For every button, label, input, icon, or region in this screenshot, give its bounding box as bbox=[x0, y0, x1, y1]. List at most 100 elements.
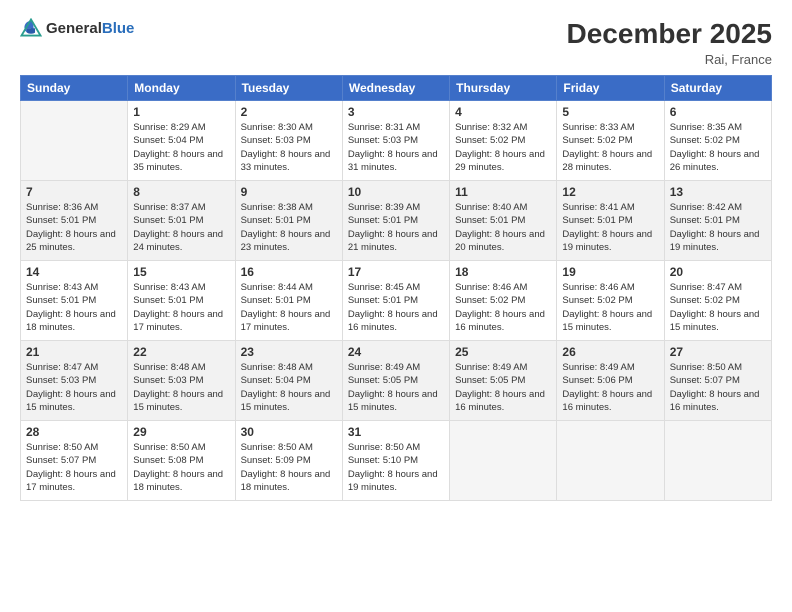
calendar-cell: 23 Sunrise: 8:48 AMSunset: 5:04 PMDayligh… bbox=[235, 341, 342, 421]
day-number: 4 bbox=[455, 105, 551, 119]
day-info: Sunrise: 8:37 AMSunset: 5:01 PMDaylight:… bbox=[133, 201, 229, 254]
day-number: 6 bbox=[670, 105, 766, 119]
calendar-cell: 18 Sunrise: 8:46 AMSunset: 5:02 PMDayligh… bbox=[450, 261, 557, 341]
day-number: 11 bbox=[455, 185, 551, 199]
calendar-cell: 3 Sunrise: 8:31 AMSunset: 5:03 PMDaylight… bbox=[342, 101, 449, 181]
day-number: 26 bbox=[562, 345, 658, 359]
day-number: 19 bbox=[562, 265, 658, 279]
day-info: Sunrise: 8:29 AMSunset: 5:04 PMDaylight:… bbox=[133, 121, 229, 174]
calendar-cell: 8 Sunrise: 8:37 AMSunset: 5:01 PMDaylight… bbox=[128, 181, 235, 261]
calendar-cell: 7 Sunrise: 8:36 AMSunset: 5:01 PMDaylight… bbox=[21, 181, 128, 261]
calendar-cell: 14Sunrise: 8:43 AMSunset: 5:01 PMDayligh… bbox=[21, 261, 128, 341]
calendar-cell: 30Sunrise: 8:50 AMSunset: 5:09 PMDayligh… bbox=[235, 421, 342, 501]
calendar-cell: 13Sunrise: 8:42 AMSunset: 5:01 PMDayligh… bbox=[664, 181, 771, 261]
calendar-cell bbox=[21, 101, 128, 181]
calendar-header: Sunday Monday Tuesday Wednesday Thursday… bbox=[21, 76, 772, 101]
day-info: Sunrise: 8:32 AMSunset: 5:02 PMDaylight:… bbox=[455, 121, 551, 174]
day-info: Sunrise: 8:45 AMSunset: 5:01 PMDaylight:… bbox=[348, 281, 444, 334]
calendar-cell: 28 Sunrise: 8:50 AMSunset: 5:07 PMDayligh… bbox=[21, 421, 128, 501]
day-info: Sunrise: 8:36 AMSunset: 5:01 PMDaylight:… bbox=[26, 201, 122, 254]
day-info: Sunrise: 8:48 AMSunset: 5:03 PMDaylight:… bbox=[133, 361, 229, 414]
day-info: Sunrise: 8:48 AMSunset: 5:04 PMDaylight:… bbox=[241, 361, 337, 414]
calendar-week-2: 7 Sunrise: 8:36 AMSunset: 5:01 PMDaylight… bbox=[21, 181, 772, 261]
day-number: 8 bbox=[133, 185, 229, 199]
day-number: 21 bbox=[26, 345, 122, 359]
day-info: Sunrise: 8:35 AMSunset: 5:02 PMDaylight:… bbox=[670, 121, 766, 174]
day-info: Sunrise: 8:38 AMSunset: 5:01 PMDaylight:… bbox=[241, 201, 337, 254]
calendar-cell: 21 Sunrise: 8:47 AMSunset: 5:03 PMDayligh… bbox=[21, 341, 128, 421]
day-number: 2 bbox=[241, 105, 337, 119]
day-info: Sunrise: 8:41 AMSunset: 5:01 PMDaylight:… bbox=[562, 201, 658, 254]
calendar-cell: 16Sunrise: 8:44 AMSunset: 5:01 PMDayligh… bbox=[235, 261, 342, 341]
day-number: 7 bbox=[26, 185, 122, 199]
day-info: Sunrise: 8:50 AMSunset: 5:10 PMDaylight:… bbox=[348, 441, 444, 494]
calendar-cell: 1 Sunrise: 8:29 AMSunset: 5:04 PMDaylight… bbox=[128, 101, 235, 181]
header-wednesday: Wednesday bbox=[342, 76, 449, 101]
calendar-cell: 17 Sunrise: 8:45 AMSunset: 5:01 PMDayligh… bbox=[342, 261, 449, 341]
day-info: Sunrise: 8:39 AMSunset: 5:01 PMDaylight:… bbox=[348, 201, 444, 254]
calendar-cell: 26 Sunrise: 8:49 AMSunset: 5:06 PMDayligh… bbox=[557, 341, 664, 421]
calendar-week-1: 1 Sunrise: 8:29 AMSunset: 5:04 PMDaylight… bbox=[21, 101, 772, 181]
day-info: Sunrise: 8:31 AMSunset: 5:03 PMDaylight:… bbox=[348, 121, 444, 174]
day-number: 18 bbox=[455, 265, 551, 279]
day-info: Sunrise: 8:40 AMSunset: 5:01 PMDaylight:… bbox=[455, 201, 551, 254]
logo-blue: Blue bbox=[102, 20, 135, 37]
day-number: 17 bbox=[348, 265, 444, 279]
day-info: Sunrise: 8:46 AMSunset: 5:02 PMDaylight:… bbox=[455, 281, 551, 334]
day-number: 25 bbox=[455, 345, 551, 359]
calendar-week-3: 14Sunrise: 8:43 AMSunset: 5:01 PMDayligh… bbox=[21, 261, 772, 341]
day-info: Sunrise: 8:43 AMSunset: 5:01 PMDaylight:… bbox=[133, 281, 229, 334]
calendar-cell: 6 Sunrise: 8:35 AMSunset: 5:02 PMDaylight… bbox=[664, 101, 771, 181]
calendar-body: 1 Sunrise: 8:29 AMSunset: 5:04 PMDaylight… bbox=[21, 101, 772, 501]
calendar-cell: 22 Sunrise: 8:48 AMSunset: 5:03 PMDayligh… bbox=[128, 341, 235, 421]
month-title: December 2025 bbox=[567, 18, 772, 50]
calendar-cell bbox=[450, 421, 557, 501]
logo-icon bbox=[20, 18, 42, 40]
header-tuesday: Tuesday bbox=[235, 76, 342, 101]
calendar-cell: 27Sunrise: 8:50 AMSunset: 5:07 PMDayligh… bbox=[664, 341, 771, 421]
day-info: Sunrise: 8:50 AMSunset: 5:08 PMDaylight:… bbox=[133, 441, 229, 494]
calendar-week-4: 21 Sunrise: 8:47 AMSunset: 5:03 PMDayligh… bbox=[21, 341, 772, 421]
header-monday: Monday bbox=[128, 76, 235, 101]
day-info: Sunrise: 8:44 AMSunset: 5:01 PMDaylight:… bbox=[241, 281, 337, 334]
calendar-cell: 15Sunrise: 8:43 AMSunset: 5:01 PMDayligh… bbox=[128, 261, 235, 341]
day-number: 27 bbox=[670, 345, 766, 359]
day-number: 9 bbox=[241, 185, 337, 199]
header-thursday: Thursday bbox=[450, 76, 557, 101]
header-friday: Friday bbox=[557, 76, 664, 101]
calendar-table: Sunday Monday Tuesday Wednesday Thursday… bbox=[20, 75, 772, 501]
header: GeneralBlue December 2025 Rai, France bbox=[20, 18, 772, 67]
day-info: Sunrise: 8:49 AMSunset: 5:05 PMDaylight:… bbox=[348, 361, 444, 414]
day-info: Sunrise: 8:49 AMSunset: 5:06 PMDaylight:… bbox=[562, 361, 658, 414]
calendar-cell: 2Sunrise: 8:30 AMSunset: 5:03 PMDaylight… bbox=[235, 101, 342, 181]
calendar-cell: 24Sunrise: 8:49 AMSunset: 5:05 PMDayligh… bbox=[342, 341, 449, 421]
day-info: Sunrise: 8:46 AMSunset: 5:02 PMDaylight:… bbox=[562, 281, 658, 334]
day-info: Sunrise: 8:50 AMSunset: 5:07 PMDaylight:… bbox=[26, 441, 122, 494]
header-sunday: Sunday bbox=[21, 76, 128, 101]
day-number: 3 bbox=[348, 105, 444, 119]
day-number: 22 bbox=[133, 345, 229, 359]
calendar-cell: 5Sunrise: 8:33 AMSunset: 5:02 PMDaylight… bbox=[557, 101, 664, 181]
calendar-cell: 20Sunrise: 8:47 AMSunset: 5:02 PMDayligh… bbox=[664, 261, 771, 341]
calendar-cell bbox=[557, 421, 664, 501]
day-number: 5 bbox=[562, 105, 658, 119]
day-info: Sunrise: 8:49 AMSunset: 5:05 PMDaylight:… bbox=[455, 361, 551, 414]
day-number: 23 bbox=[241, 345, 337, 359]
header-saturday: Saturday bbox=[664, 76, 771, 101]
day-info: Sunrise: 8:42 AMSunset: 5:01 PMDaylight:… bbox=[670, 201, 766, 254]
calendar-cell: 19 Sunrise: 8:46 AMSunset: 5:02 PMDayligh… bbox=[557, 261, 664, 341]
calendar-cell: 11 Sunrise: 8:40 AMSunset: 5:01 PMDayligh… bbox=[450, 181, 557, 261]
day-number: 12 bbox=[562, 185, 658, 199]
calendar-cell: 9 Sunrise: 8:38 AMSunset: 5:01 PMDaylight… bbox=[235, 181, 342, 261]
calendar-cell: 4 Sunrise: 8:32 AMSunset: 5:02 PMDaylight… bbox=[450, 101, 557, 181]
page: GeneralBlue December 2025 Rai, France Su… bbox=[0, 0, 792, 612]
day-number: 1 bbox=[133, 105, 229, 119]
calendar-week-5: 28 Sunrise: 8:50 AMSunset: 5:07 PMDayligh… bbox=[21, 421, 772, 501]
day-number: 28 bbox=[26, 425, 122, 439]
day-number: 31 bbox=[348, 425, 444, 439]
weekday-header-row: Sunday Monday Tuesday Wednesday Thursday… bbox=[21, 76, 772, 101]
location: Rai, France bbox=[567, 52, 772, 67]
day-number: 30 bbox=[241, 425, 337, 439]
day-number: 20 bbox=[670, 265, 766, 279]
day-info: Sunrise: 8:47 AMSunset: 5:03 PMDaylight:… bbox=[26, 361, 122, 414]
